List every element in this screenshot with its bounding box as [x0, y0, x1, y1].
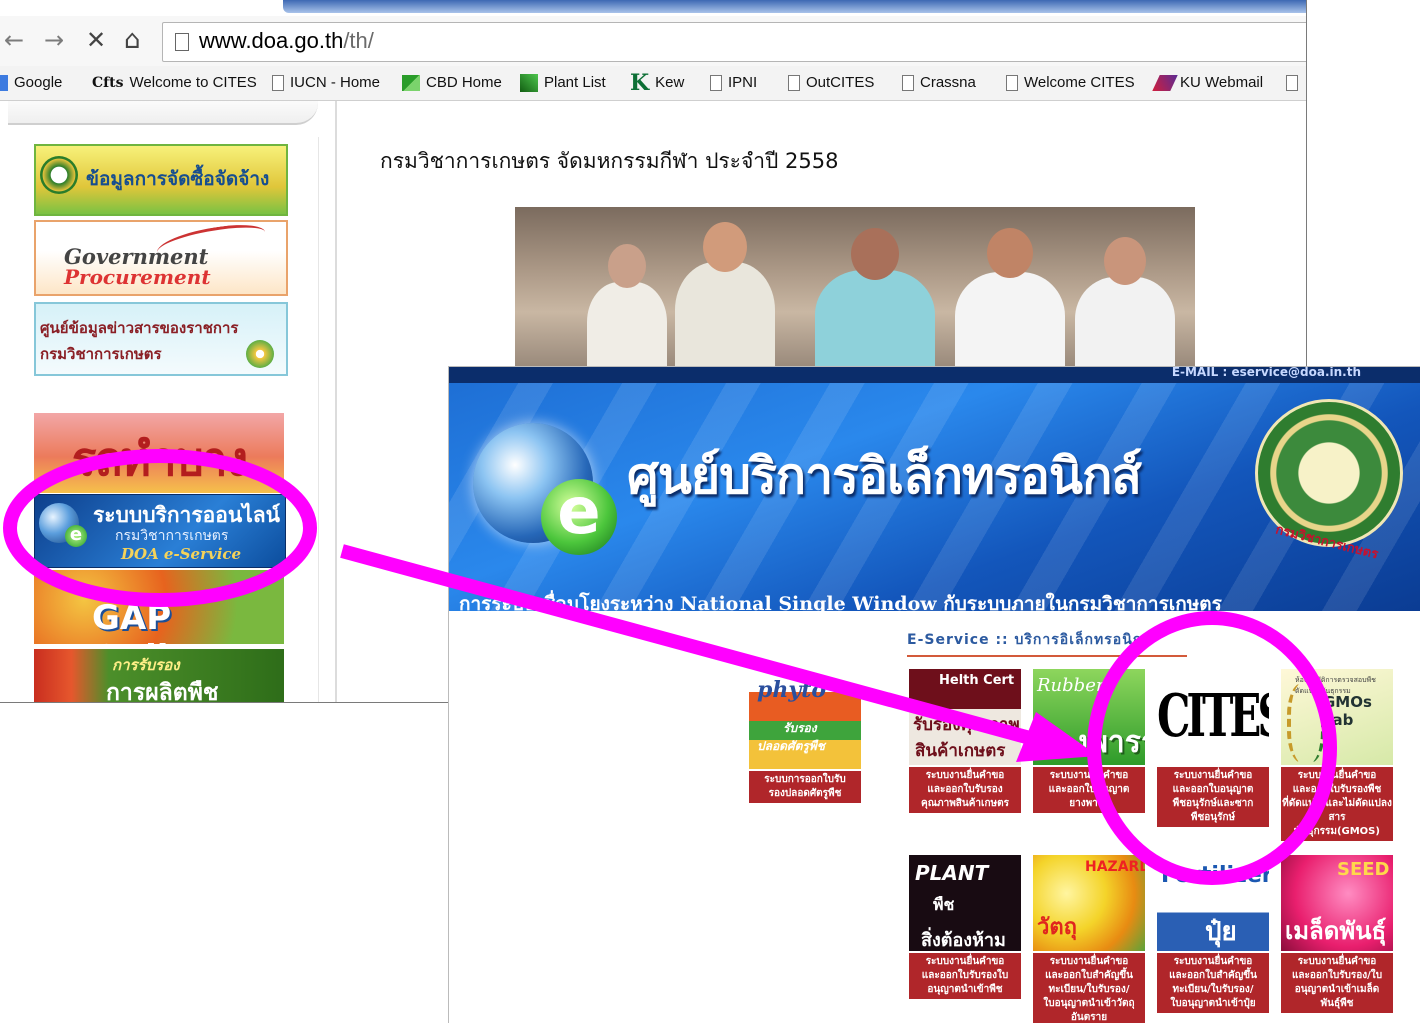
page-icon: [1006, 75, 1018, 92]
stop-icon[interactable]: ✕: [86, 25, 106, 55]
eservice-screenshot: E-MAIL : eservice@doa.in.th e ศูนย์บริกา…: [448, 366, 1420, 1023]
eservice-banner-line2: กรมวิชาการเกษตร: [115, 528, 229, 544]
url-text[interactable]: www.doa.go.th/th/: [199, 28, 374, 54]
email-text: E-MAIL : eservice@doa.in.th: [1171, 366, 1361, 379]
bookmark-more[interactable]: [1286, 72, 1304, 94]
page-icon: [710, 75, 722, 92]
coin-icon: [246, 340, 274, 368]
tile-image: Helth Cert รับรองคุณภาพ สินค้าเกษตร: [909, 669, 1021, 765]
tile-image: PLANT พืช สิ่งต้องห้าม: [909, 855, 1021, 951]
tile-caption[interactable]: ระบบงานยื่นคำขอ และออกใบรับรอง คุณภาพสินค้…: [909, 767, 1021, 813]
back-arrow-icon[interactable]: ←: [4, 25, 24, 55]
red-promo-banner[interactable]: รถทำบาง: [34, 413, 284, 493]
plant-list-icon: [520, 74, 538, 93]
tile-image: CITES: [1157, 669, 1269, 765]
address-bar[interactable]: www.doa.go.th/th/: [162, 22, 1306, 62]
organic-line2: การผลิตพืชอินทรีย์: [106, 680, 219, 703]
e-letter-icon: e: [541, 479, 617, 555]
tile-caption[interactable]: ระบบงานยื่นคำขอ และออกใบสำคัญขึ้น ทะเบียน/…: [1157, 953, 1269, 1013]
tile-image: ห้องปฏิบัติการตรวจสอบพืชดัดแปลงพันธุกรรม…: [1281, 669, 1393, 765]
eservice-section-header: E-Service :: บริการอิเล็กทรอนิกส์: [907, 629, 1187, 657]
info-center-line1: ศูนย์ข้อมูลข่าวสารของราชการ: [40, 319, 239, 337]
tile-image: Rubber ยางพารา: [1033, 669, 1145, 765]
info-center-line2: กรมวิชาการเกษตร: [40, 345, 162, 363]
home-icon[interactable]: ⌂: [124, 25, 141, 55]
doa-eservice-banner[interactable]: e ระบบบริการออนไลน์ กรมวิชาการเกษตร DOA …: [34, 494, 286, 568]
page-icon: [902, 75, 914, 92]
bookmark-ipni[interactable]: IPNI: [710, 72, 757, 94]
tile-image: Fertilizer ปุ๋ย: [1157, 855, 1269, 951]
tile-image: phyto รับรอง ปลอดศัตรูพืช: [749, 673, 861, 769]
bookmark-iucn-home[interactable]: IUCN - Home: [272, 72, 380, 94]
tile-caption[interactable]: ระบบงานยื่นคำขอ และออกใบรับรอง/ใบ อนุญาตนำ…: [1281, 953, 1393, 1013]
tile-image: HAZARD วัตถุอันตราย: [1033, 855, 1145, 951]
section-header-label: E-Service :: บริการอิเล็กทรอนิกส์: [907, 632, 1152, 648]
government-procurement-banner[interactable]: Government Procurement: [34, 220, 288, 296]
bookmark-crassna[interactable]: Crassna: [902, 72, 976, 94]
tile-caption[interactable]: ระบบงานยื่นคำขอ และออกใบสำคัญขึ้น ทะเบียน/…: [1033, 953, 1145, 1023]
forward-arrow-icon[interactable]: →: [44, 25, 64, 55]
bookmark-ku-webmail[interactable]: KU Webmail: [1152, 72, 1263, 94]
bookmark-cbd-home[interactable]: CBD Home: [402, 72, 502, 94]
google-icon: [0, 75, 8, 92]
ku-webmail-icon: [1152, 75, 1178, 92]
news-photo[interactable]: [515, 207, 1195, 382]
info-center-banner[interactable]: ศูนย์ข้อมูลข่าวสารของราชการ กรมวิชาการเก…: [34, 302, 288, 376]
eservice-title: ศูนย์บริการอิเล็กทรอนิกส์: [627, 447, 1142, 505]
tile-caption[interactable]: ระบบงานยื่นคำขอ และออกใบรับรองพืช ที่ดัดแป…: [1281, 767, 1393, 841]
page-icon: [1286, 75, 1298, 92]
dna-helix-icon: [1287, 683, 1325, 763]
page-icon: [272, 75, 284, 92]
content-divider: [335, 101, 337, 702]
news-headline[interactable]: กรมวิชาการเกษตร จัดมหกรรมกีฬา ประจำปี 25…: [380, 145, 839, 178]
doa-seal-icon: [40, 156, 78, 194]
procurement-banner-label: ข้อมูลการจัดซื้อจัดจ้าง: [86, 168, 270, 190]
gap-online-banner[interactable]: GAP Online: [34, 570, 284, 644]
bookmarks-bar: Google Cfts Welcome to CITES IUCN - Home …: [0, 66, 1306, 101]
tile-caption[interactable]: ระบบงานยื่นคำขอ และออกใบอนุญาต พืชอนุรักษ์…: [1157, 767, 1269, 827]
tile-caption[interactable]: ระบบการออกใบรับ รองปลอดศัตรูพืช: [749, 771, 861, 803]
bookmark-welcome-cites[interactable]: Welcome CITES: [1006, 72, 1135, 94]
top-strip: E-MAIL : eservice@doa.in.th: [449, 367, 1420, 383]
red-banner-text: รถทำบาง: [71, 432, 248, 486]
page-icon: [175, 33, 189, 51]
bookmark-welcome-to-cites[interactable]: Cfts Welcome to CITES: [92, 72, 257, 94]
tab-strip: [283, 0, 1306, 13]
tile-caption[interactable]: ระบบงานยื่นคำขอ และออกใบรับรองใบ อนุญาตนำเ…: [909, 953, 1021, 999]
tile-image: SEED เมล็ดพันธุ์พืช: [1281, 855, 1393, 951]
kew-icon: K: [630, 70, 650, 97]
bookmark-kew[interactable]: K Kew: [630, 72, 684, 94]
cites-logo: CITES: [1157, 681, 1269, 750]
eservice-tagline: การระบบเชื่อมโยงระหว่าง National Single …: [459, 593, 1222, 615]
person-figure: [675, 222, 775, 382]
eservice-banner-line3: DOA e-Service: [121, 545, 242, 563]
e-letter-icon: e: [65, 525, 87, 547]
bookmark-plant-list[interactable]: Plant List: [520, 72, 606, 94]
sidebar-top: [8, 101, 318, 125]
tile-caption[interactable]: ระบบงานยื่นคำขอ และออกใบอนุญาต ยางพารา: [1033, 767, 1145, 813]
bookmark-google[interactable]: Google: [0, 72, 62, 94]
gap-banner-text: GAP Online: [92, 598, 216, 644]
cbd-icon: [402, 75, 420, 92]
page-icon: [788, 75, 800, 92]
bookmark-outcites[interactable]: OutCITES: [788, 72, 874, 94]
procurement-info-banner[interactable]: ข้อมูลการจัดซื้อจัดจ้าง: [34, 144, 288, 216]
cites-icon: Cfts: [92, 75, 124, 92]
eservice-header: e ศูนย์บริการอิเล็กทรอนิกส์ กรมวิชาการเก…: [449, 383, 1420, 615]
organic-line1: การรับรอง: [112, 656, 180, 674]
sidebar-border: [318, 137, 319, 702]
gov-procurement-line2: Procurement: [64, 265, 211, 289]
organic-certification-banner[interactable]: การรับรอง การผลิตพืชอินทรีย์: [34, 649, 284, 703]
